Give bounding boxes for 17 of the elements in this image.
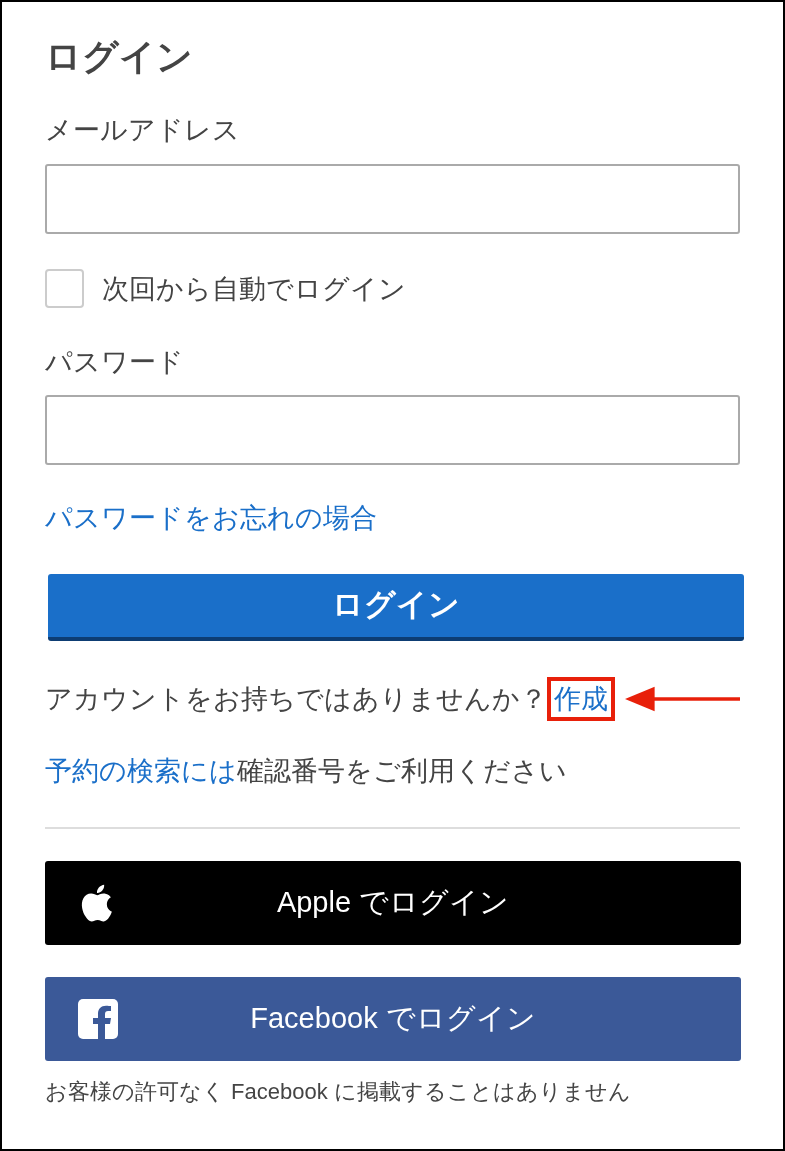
- privacy-note: お客様の許可なく Facebook に掲載することはありません: [45, 1078, 631, 1106]
- facebook-icon: [78, 999, 118, 1039]
- page-title: ログイン: [45, 35, 193, 79]
- email-label: メールアドレス: [45, 114, 240, 147]
- facebook-login-button[interactable]: Facebook でログイン: [45, 977, 741, 1061]
- email-field[interactable]: [45, 164, 740, 234]
- remember-label: 次回から自動でログイン: [102, 272, 406, 306]
- apple-login-button[interactable]: Apple でログイン: [45, 861, 741, 945]
- checkbox[interactable]: [45, 269, 84, 308]
- signup-prompt: アカウントをお持ちではありませんか？: [45, 683, 547, 716]
- login-button[interactable]: ログイン: [48, 574, 744, 641]
- reservation-note: 予約の検索には確認番号をご利用ください: [45, 755, 567, 788]
- reservation-search-link[interactable]: 予約の検索には: [45, 756, 237, 786]
- password-field[interactable]: [45, 395, 740, 465]
- password-label: パスワード: [45, 346, 184, 379]
- create-account-link[interactable]: 作成: [547, 677, 615, 721]
- forgot-password-link[interactable]: パスワードをお忘れの場合: [45, 500, 377, 536]
